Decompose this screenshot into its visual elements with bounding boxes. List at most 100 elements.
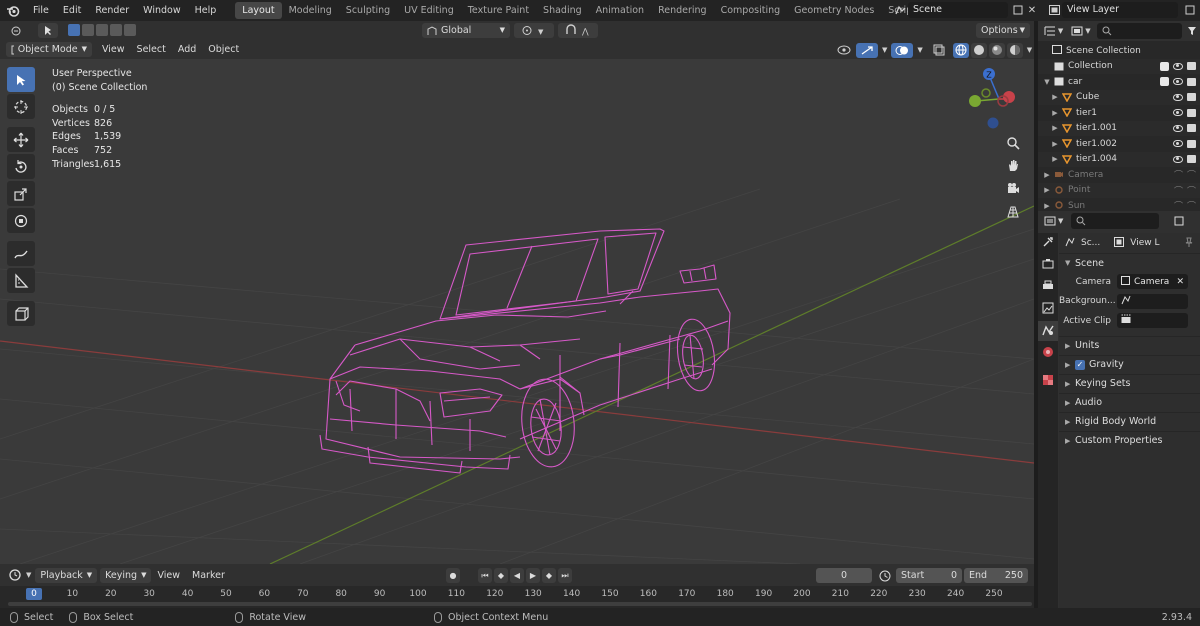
expand-arrow-icon[interactable]: ▶ xyxy=(1050,93,1060,101)
timeline-ruler[interactable]: 0 10 20 30 40 50 60 70 80 90 100 110 120 130 140 150 160… xyxy=(0,586,1034,608)
custom-properties-panel-header[interactable]: ▶ Custom Properties xyxy=(1059,430,1200,450)
expand-arrow-icon[interactable]: ▶ xyxy=(1050,124,1060,132)
scene-selector[interactable]: Scene xyxy=(892,2,1020,18)
menu-add[interactable]: Add xyxy=(172,40,202,59)
timeline-editor-icon[interactable] xyxy=(8,567,24,583)
keying-menu[interactable]: Keying ▼ xyxy=(100,567,152,583)
transform-tool-button[interactable] xyxy=(7,208,35,233)
rigid-body-world-panel-header[interactable]: ▶ Rigid Body World xyxy=(1059,411,1200,431)
tab-compositing[interactable]: Compositing xyxy=(714,2,788,19)
chevron-down-icon[interactable]: ▼ xyxy=(1085,27,1090,35)
render-camera-icon[interactable] xyxy=(1187,139,1196,148)
audio-panel-header[interactable]: ▶ Audio xyxy=(1059,392,1200,412)
outliner-item[interactable]: ▶ tier1.002 xyxy=(1038,136,1200,152)
current-frame-indicator[interactable]: 0 xyxy=(26,588,42,600)
outliner-root[interactable]: Scene Collection xyxy=(1038,43,1200,59)
3d-viewport[interactable]: User Perspective (0) Scene Collection Ob… xyxy=(0,59,1034,564)
annotate-tool-button[interactable] xyxy=(7,241,35,266)
properties-options-icon[interactable] xyxy=(1171,213,1187,229)
expand-arrow-icon[interactable]: ▶ xyxy=(1050,109,1060,117)
zoom-icon[interactable] xyxy=(1002,132,1024,154)
pan-hand-icon[interactable] xyxy=(1002,154,1024,176)
tab-scene[interactable] xyxy=(1038,321,1058,341)
tab-modeling[interactable]: Modeling xyxy=(282,2,339,19)
render-camera-icon[interactable] xyxy=(1187,124,1196,133)
chevron-down-icon[interactable]: ▼ xyxy=(1058,27,1063,35)
outliner-item[interactable]: ▶ tier1.001 xyxy=(1038,120,1200,136)
scene-panel-header[interactable]: ▼ Scene xyxy=(1059,253,1200,272)
camera-field[interactable]: Camera ✕ xyxy=(1117,274,1188,290)
hidden-eye-icon[interactable]: ⌒ xyxy=(1174,184,1183,197)
render-camera-icon[interactable] xyxy=(1187,77,1196,86)
eye-icon[interactable] xyxy=(1173,124,1183,132)
record-icon[interactable]: ● xyxy=(446,568,460,583)
expand-arrow-icon[interactable]: ▶ xyxy=(1042,186,1052,194)
tab-world[interactable] xyxy=(1038,343,1058,363)
tab-shading[interactable]: Shading xyxy=(536,2,589,19)
scene-name-field[interactable]: Scene xyxy=(908,2,1008,18)
hidden-render-icon[interactable]: ⌒ xyxy=(1187,184,1196,197)
render-camera-icon[interactable] xyxy=(1187,155,1196,164)
tab-texture[interactable] xyxy=(1038,371,1058,391)
editor-type-icon[interactable] xyxy=(8,23,24,39)
eye-icon[interactable] xyxy=(1173,155,1183,163)
units-panel-header[interactable]: ▶ Units xyxy=(1059,335,1200,355)
transform-orientation-dropdown[interactable]: Global ▼ xyxy=(422,23,510,38)
select-extend-icon[interactable] xyxy=(82,24,94,36)
background-scene-field[interactable] xyxy=(1117,293,1188,309)
tab-texture-paint[interactable]: Texture Paint xyxy=(461,2,536,19)
eye-icon[interactable] xyxy=(1173,62,1183,70)
rotate-tool-button[interactable] xyxy=(7,154,35,179)
filter-icon[interactable] xyxy=(1184,23,1200,39)
properties-search-input[interactable] xyxy=(1071,213,1160,229)
hidden-render-icon[interactable]: ⌒ xyxy=(1187,168,1196,181)
cursor-tool-button[interactable] xyxy=(7,94,35,119)
timeline-menu-view[interactable]: View xyxy=(151,566,186,585)
rendered-shading-button[interactable] xyxy=(1006,42,1023,58)
start-frame-field[interactable]: Start 0 xyxy=(896,568,962,583)
wireframe-shading-button[interactable] xyxy=(952,42,969,58)
camera-view-icon[interactable] xyxy=(1002,178,1024,200)
chevron-down-icon[interactable]: ▼ xyxy=(882,46,887,54)
xray-toggle-icon[interactable] xyxy=(931,42,947,58)
outliner-item[interactable]: Collection xyxy=(1038,58,1200,74)
tab-uv-editing[interactable]: UV Editing xyxy=(397,2,461,19)
current-frame-field[interactable]: 0 xyxy=(816,568,872,583)
expand-arrow-icon[interactable]: ▶ xyxy=(1042,171,1052,179)
exclude-checkbox[interactable] xyxy=(1160,77,1169,87)
tab-view-layer[interactable] xyxy=(1038,299,1058,319)
tab-output[interactable] xyxy=(1038,277,1058,297)
pin-icon[interactable] xyxy=(1184,237,1194,250)
outliner-item[interactable]: ▶ Point ⌒ ⌒ xyxy=(1038,182,1200,198)
jump-start-icon[interactable]: ⏮ xyxy=(478,568,492,583)
outliner-item[interactable]: ▶ tier1 xyxy=(1038,105,1200,121)
outliner-search-input[interactable] xyxy=(1096,23,1183,39)
scale-tool-button[interactable] xyxy=(7,181,35,206)
expand-arrow-icon[interactable]: ▶ xyxy=(1050,155,1060,163)
measure-tool-button[interactable] xyxy=(7,268,35,293)
navigation-gizmo[interactable]: Z xyxy=(964,59,1034,229)
expand-arrow-icon[interactable]: ▶ xyxy=(1050,140,1060,148)
select-tool-button[interactable] xyxy=(7,67,35,92)
tab-rendering[interactable]: Rendering xyxy=(651,2,714,19)
hidden-eye-icon[interactable]: ⌒ xyxy=(1174,168,1183,181)
next-keyframe-icon[interactable]: ◆ xyxy=(542,568,556,583)
gravity-checkbox[interactable]: ✓ xyxy=(1075,359,1085,370)
overlays-toggle[interactable] xyxy=(891,42,914,58)
keying-sets-panel-header[interactable]: ▶ Keying Sets xyxy=(1059,373,1200,393)
clear-camera-icon[interactable]: ✕ xyxy=(1176,277,1184,287)
visibility-filter-icon[interactable] xyxy=(836,42,852,58)
view-layer-field[interactable]: View Layer xyxy=(1062,2,1178,18)
menu-render[interactable]: Render xyxy=(88,0,136,21)
eye-icon[interactable] xyxy=(1173,140,1183,148)
menu-help[interactable]: Help xyxy=(188,0,224,21)
playback-menu[interactable]: Playback ▼ xyxy=(35,567,98,583)
outliner-item[interactable]: ▶ tier1.004 xyxy=(1038,151,1200,167)
blender-logo-icon[interactable] xyxy=(0,0,26,21)
tweak-tool-button[interactable] xyxy=(38,23,58,38)
new-view-layer-icon[interactable] xyxy=(1182,2,1198,18)
pivot-point-dropdown[interactable]: ▼ xyxy=(514,23,554,38)
snapping-toggle[interactable]: ⋀ xyxy=(558,23,598,38)
material-shading-button[interactable] xyxy=(988,42,1005,58)
render-camera-icon[interactable] xyxy=(1187,108,1196,117)
